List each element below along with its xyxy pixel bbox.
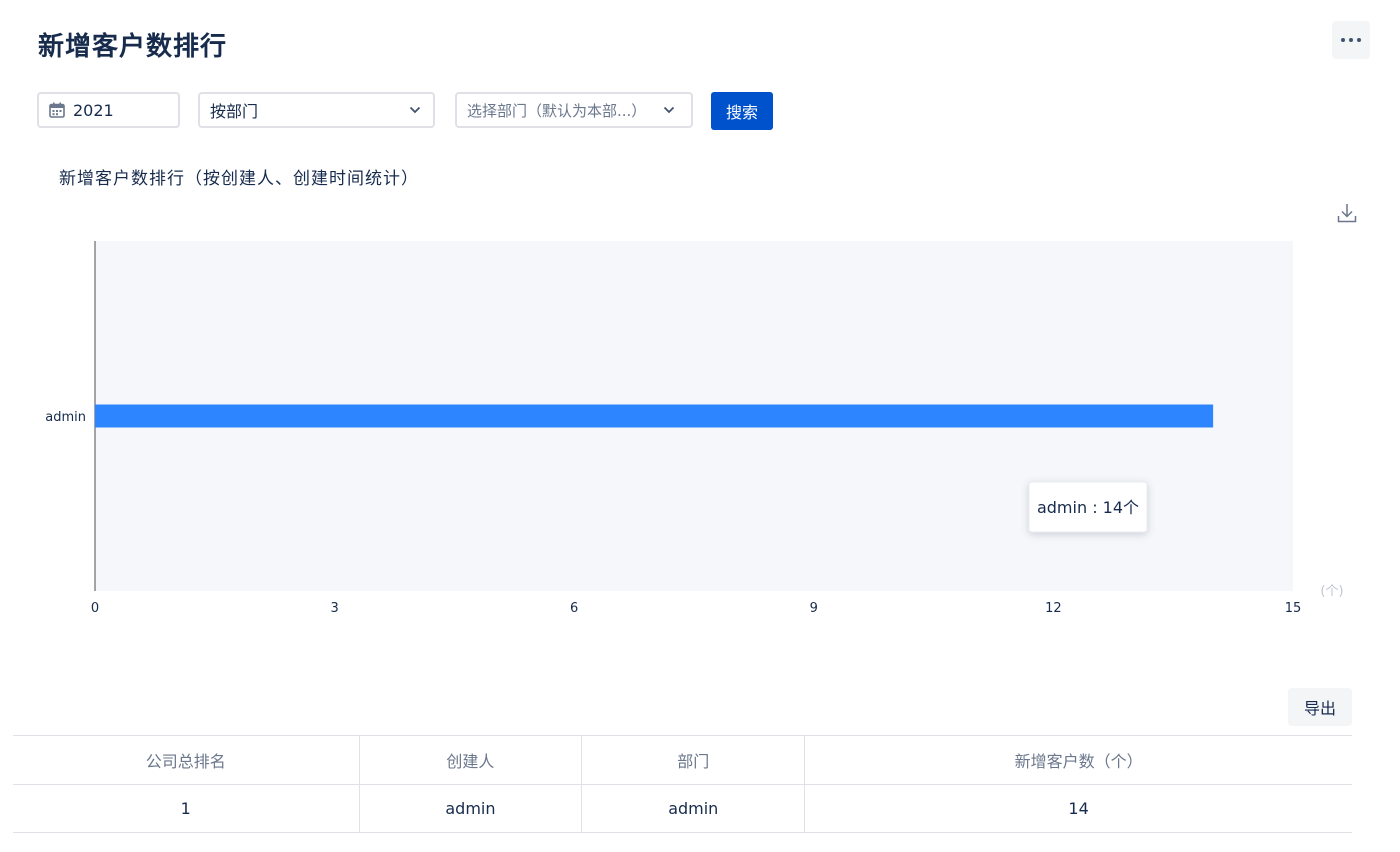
table-cell: admin — [359, 784, 583, 833]
search-button[interactable]: 搜索 — [711, 92, 773, 130]
x-tick-label: 3 — [330, 601, 338, 616]
chevron-down-icon — [663, 106, 675, 114]
tooltip-text: admin : 14个 — [1037, 498, 1139, 517]
x-tick-label: 0 — [91, 601, 99, 616]
tooltip: admin : 14个 — [1028, 481, 1148, 533]
column-header: 部门 — [581, 735, 806, 785]
table-row: 1 admin admin 14 — [13, 784, 1352, 833]
chevron-down-icon — [409, 106, 421, 114]
more-dot-icon — [1357, 38, 1361, 42]
y-tick-label: admin — [45, 410, 86, 425]
table-cell: admin — [581, 784, 806, 833]
chart-title: 新增客户数排行（按创建人、创建时间统计） — [59, 169, 419, 189]
x-tick-label: 12 — [1045, 601, 1062, 616]
column-header: 公司总排名 — [13, 735, 360, 785]
export-button[interactable]: 导出 — [1288, 688, 1352, 726]
column-header: 新增客户数（个） — [804, 735, 1352, 785]
table-cell: 1 — [13, 784, 360, 833]
group-by-select[interactable]: 按部门 — [198, 92, 435, 128]
bar-chart: admin 0 3 6 9 12 15 (个) admin : 14个 — [45, 241, 1344, 616]
year-value: 2021 — [73, 100, 114, 120]
table-cell: 14 — [804, 784, 1352, 833]
ranking-table: 公司总排名 创建人 部门 新增客户数（个） 1 admin admin 14 — [13, 735, 1352, 833]
x-tick-label: 6 — [570, 601, 578, 616]
x-tick-label: 15 — [1285, 601, 1302, 616]
more-options-button[interactable] — [1332, 21, 1370, 59]
group-by-value: 按部门 — [210, 102, 259, 121]
x-axis-unit: (个) — [1320, 584, 1343, 599]
bar-admin[interactable] — [95, 404, 1214, 428]
year-picker[interactable]: 2021 — [37, 92, 180, 128]
table-header-row: 公司总排名 创建人 部门 新增客户数（个） — [13, 735, 1352, 785]
x-tick-label: 9 — [810, 601, 818, 616]
calendar-icon — [49, 102, 65, 118]
page-title: 新增客户数排行 — [38, 32, 228, 62]
more-dot-icon — [1341, 38, 1345, 42]
more-dot-icon — [1349, 38, 1353, 42]
column-header: 创建人 — [359, 735, 583, 785]
department-placeholder: 选择部门（默认为本部...） — [467, 101, 647, 120]
download-icon[interactable] — [1336, 202, 1358, 224]
department-select[interactable]: 选择部门（默认为本部...） — [455, 92, 693, 128]
